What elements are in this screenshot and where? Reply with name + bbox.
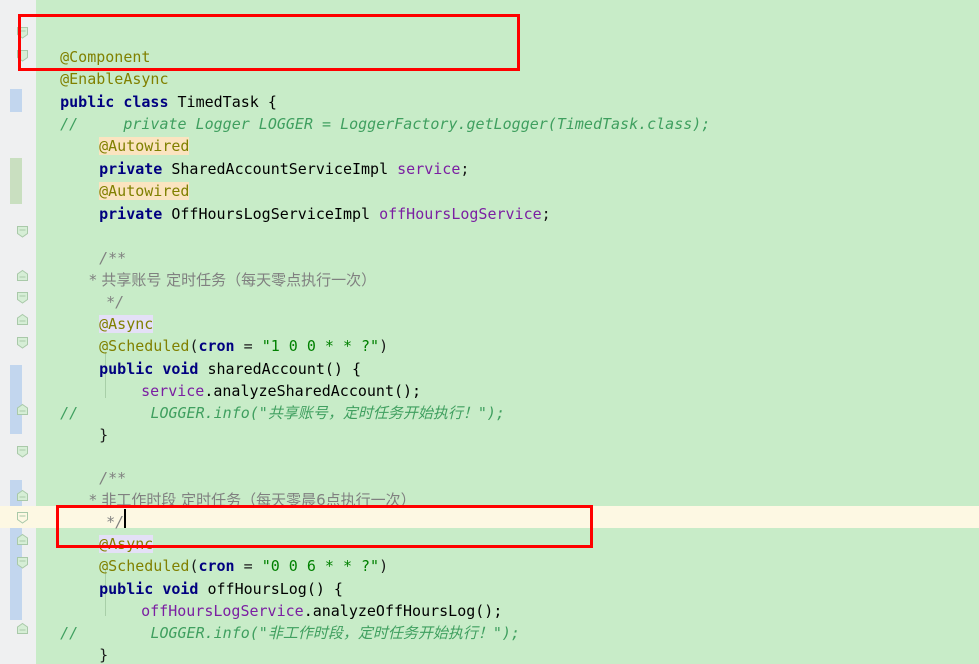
field-offhourslogservice: offHoursLogService — [379, 205, 542, 223]
code-line-5[interactable]: @Autowired — [0, 113, 979, 155]
code-line-8[interactable]: private OffHoursLogServiceImpl offHoursL… — [0, 181, 979, 223]
code-editor[interactable]: @Component @EnableAsync public class Tim… — [0, 0, 979, 664]
code-line-14[interactable]: @Scheduled(cron = "1 0 0 * * ?") — [0, 313, 979, 355]
code-line-15[interactable]: public void sharedAccount() { — [0, 336, 979, 378]
code-line-29-close-brace[interactable]: } — [0, 644, 979, 664]
text-caret — [124, 509, 126, 528]
code-line-27-commented[interactable]: // LOGGER.info("非工作时段，定时任务开始执行！"); — [0, 600, 979, 642]
keyword-private: private — [99, 205, 163, 223]
code-line-23[interactable]: @Async — [0, 511, 979, 553]
code-line-3[interactable]: public class TimedTask { — [0, 69, 979, 111]
close-brace: } — [99, 426, 109, 444]
code-line-24[interactable]: @Scheduled(cron = "0 0 6 * * ?") — [0, 533, 979, 575]
code-line-2[interactable]: @EnableAsync — [0, 46, 979, 88]
code-line-4-commented-logger[interactable]: // private Logger LOGGER = LoggerFactory… — [0, 91, 979, 133]
code-line-16[interactable]: service.analyzeSharedAccount(); — [0, 358, 979, 400]
code-line-18-close-brace[interactable]: } — [0, 402, 979, 444]
code-line-28-close-brace[interactable]: } — [0, 622, 979, 664]
code-line-20-javadoc-open[interactable]: /** — [0, 445, 979, 487]
code-line-21-javadoc-text[interactable]: * 非工作时段 定时任务（每天零晨6点执行一次） — [0, 467, 979, 509]
semicolon: ; — [541, 205, 551, 223]
code-line-6[interactable]: private SharedAccountServiceImpl service… — [0, 136, 979, 178]
code-line-26[interactable]: offHoursLogService.analyzeOffHoursLog(); — [0, 578, 979, 620]
code-line-13[interactable]: @Async — [0, 291, 979, 333]
code-line-22-javadoc-close[interactable]: */ — [0, 489, 979, 531]
code-line-25[interactable]: public void offHoursLog() { — [0, 556, 979, 598]
code-line-17-commented[interactable]: // LOGGER.info("共享账号，定时任务开始执行！"); — [0, 380, 979, 422]
code-line-1[interactable]: @Component — [0, 24, 979, 66]
code-line-12-javadoc-close[interactable]: */ — [0, 269, 979, 311]
code-line-7[interactable]: @Autowired — [0, 158, 979, 200]
code-line-10-javadoc-open[interactable]: /** — [0, 225, 979, 267]
type-offhourslogserviceimpl: OffHoursLogServiceImpl — [162, 205, 380, 223]
code-line-11-javadoc-text[interactable]: * 共享账号 定时任务（每天零点执行一次） — [0, 247, 979, 289]
